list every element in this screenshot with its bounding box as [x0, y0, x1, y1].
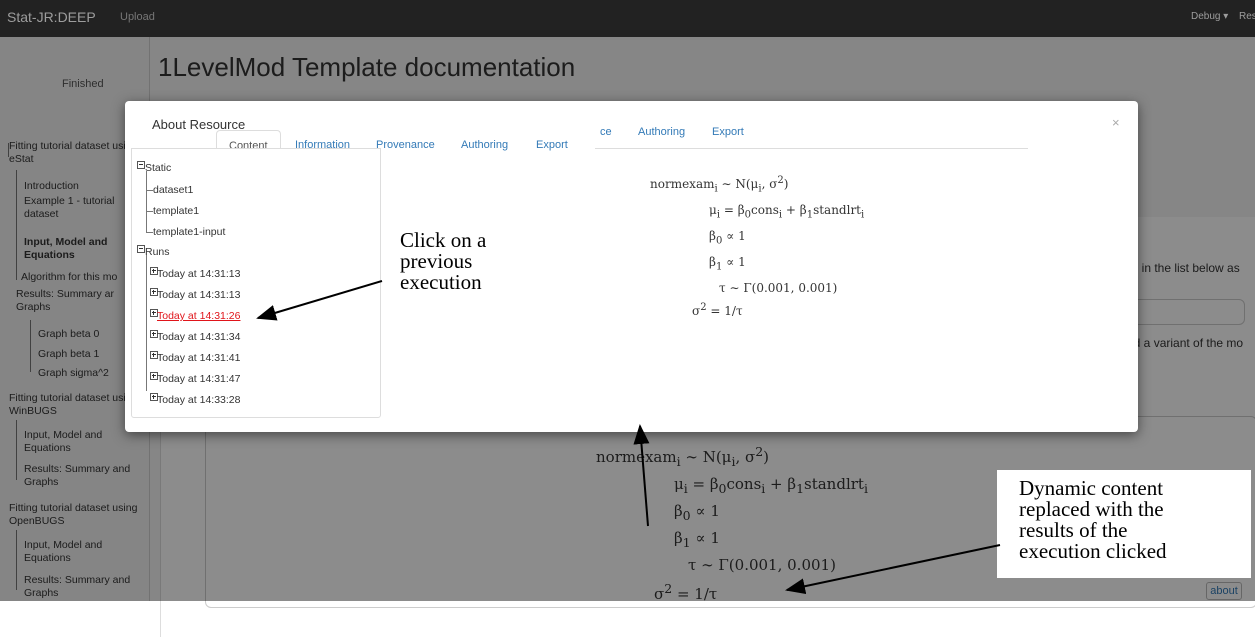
tree-line — [146, 255, 147, 391]
collapse-icon[interactable] — [137, 161, 145, 169]
tree-node-run-selected[interactable]: Today at 14:31:26 — [157, 310, 240, 322]
tree-node-run[interactable]: Today at 14:31:13 — [157, 289, 240, 301]
tree-line — [146, 232, 153, 233]
tree-line — [146, 171, 147, 233]
ghost-tab-authoring[interactable]: Authoring — [638, 126, 685, 138]
tree-node-static[interactable]: Static — [145, 162, 171, 174]
tab-authoring[interactable]: Authoring — [461, 139, 508, 151]
tab-provenance[interactable]: Provenance — [376, 139, 435, 151]
tree-node-run[interactable]: Today at 14:33:28 — [157, 394, 240, 406]
inner-tab-strip: ce Authoring Export — [595, 122, 1028, 149]
about-resource-modal: About Resource × ce Authoring Export Con… — [125, 101, 1138, 432]
tree-node-run[interactable]: Today at 14:31:41 — [157, 352, 240, 364]
equation-line: normexami ∼ N(μi, σ2) — [650, 175, 789, 195]
ghost-tab-provenance[interactable]: ce — [600, 126, 612, 138]
close-icon[interactable]: × — [1112, 115, 1120, 130]
tree-node-runs[interactable]: Runs — [145, 246, 170, 258]
top-navbar: Stat-JR:DEEP Upload Debug ▾ Reso — [0, 0, 1255, 37]
tree-node-run[interactable]: Today at 14:31:47 — [157, 373, 240, 385]
tree-line — [146, 190, 153, 191]
equation-block-modal: normexami ∼ N(μi, σ2) μi = β0consi + β1s… — [650, 171, 864, 322]
annotation-dynamic-content: Dynamic content replaced with the result… — [1019, 476, 1167, 563]
tree-node-run[interactable]: Today at 14:31:34 — [157, 331, 240, 343]
debug-menu[interactable]: Debug ▾ — [1191, 11, 1228, 22]
resource-tree-panel: Static dataset1 template1 template1-inpu… — [131, 148, 381, 418]
equation-line: β0 ∝ 1 — [709, 228, 746, 247]
collapse-icon[interactable] — [137, 245, 145, 253]
ghost-tab-export[interactable]: Export — [712, 126, 744, 138]
resources-link[interactable]: Reso — [1239, 11, 1255, 22]
equation-line: σ2 = 1/τ — [692, 302, 743, 319]
annotation-click-previous: Click on a previous execution — [400, 228, 487, 294]
tree-line — [146, 211, 153, 212]
tree-node-template1[interactable]: template1 — [153, 205, 199, 217]
tab-export[interactable]: Export — [536, 139, 568, 151]
brand-link[interactable]: Stat-JR:DEEP — [7, 9, 96, 25]
equation-line: μi = β0consi + β1standlrti — [709, 202, 865, 221]
tree-node-dataset1[interactable]: dataset1 — [153, 184, 193, 196]
tree-node-template1-input[interactable]: template1-input — [153, 226, 225, 238]
equation-line: τ ∼ Γ(0.001, 0.001) — [719, 280, 838, 295]
equation-line: β1 ∝ 1 — [709, 254, 746, 273]
upload-link[interactable]: Upload — [120, 11, 155, 23]
tree-node-run[interactable]: Today at 14:31:13 — [157, 268, 240, 280]
